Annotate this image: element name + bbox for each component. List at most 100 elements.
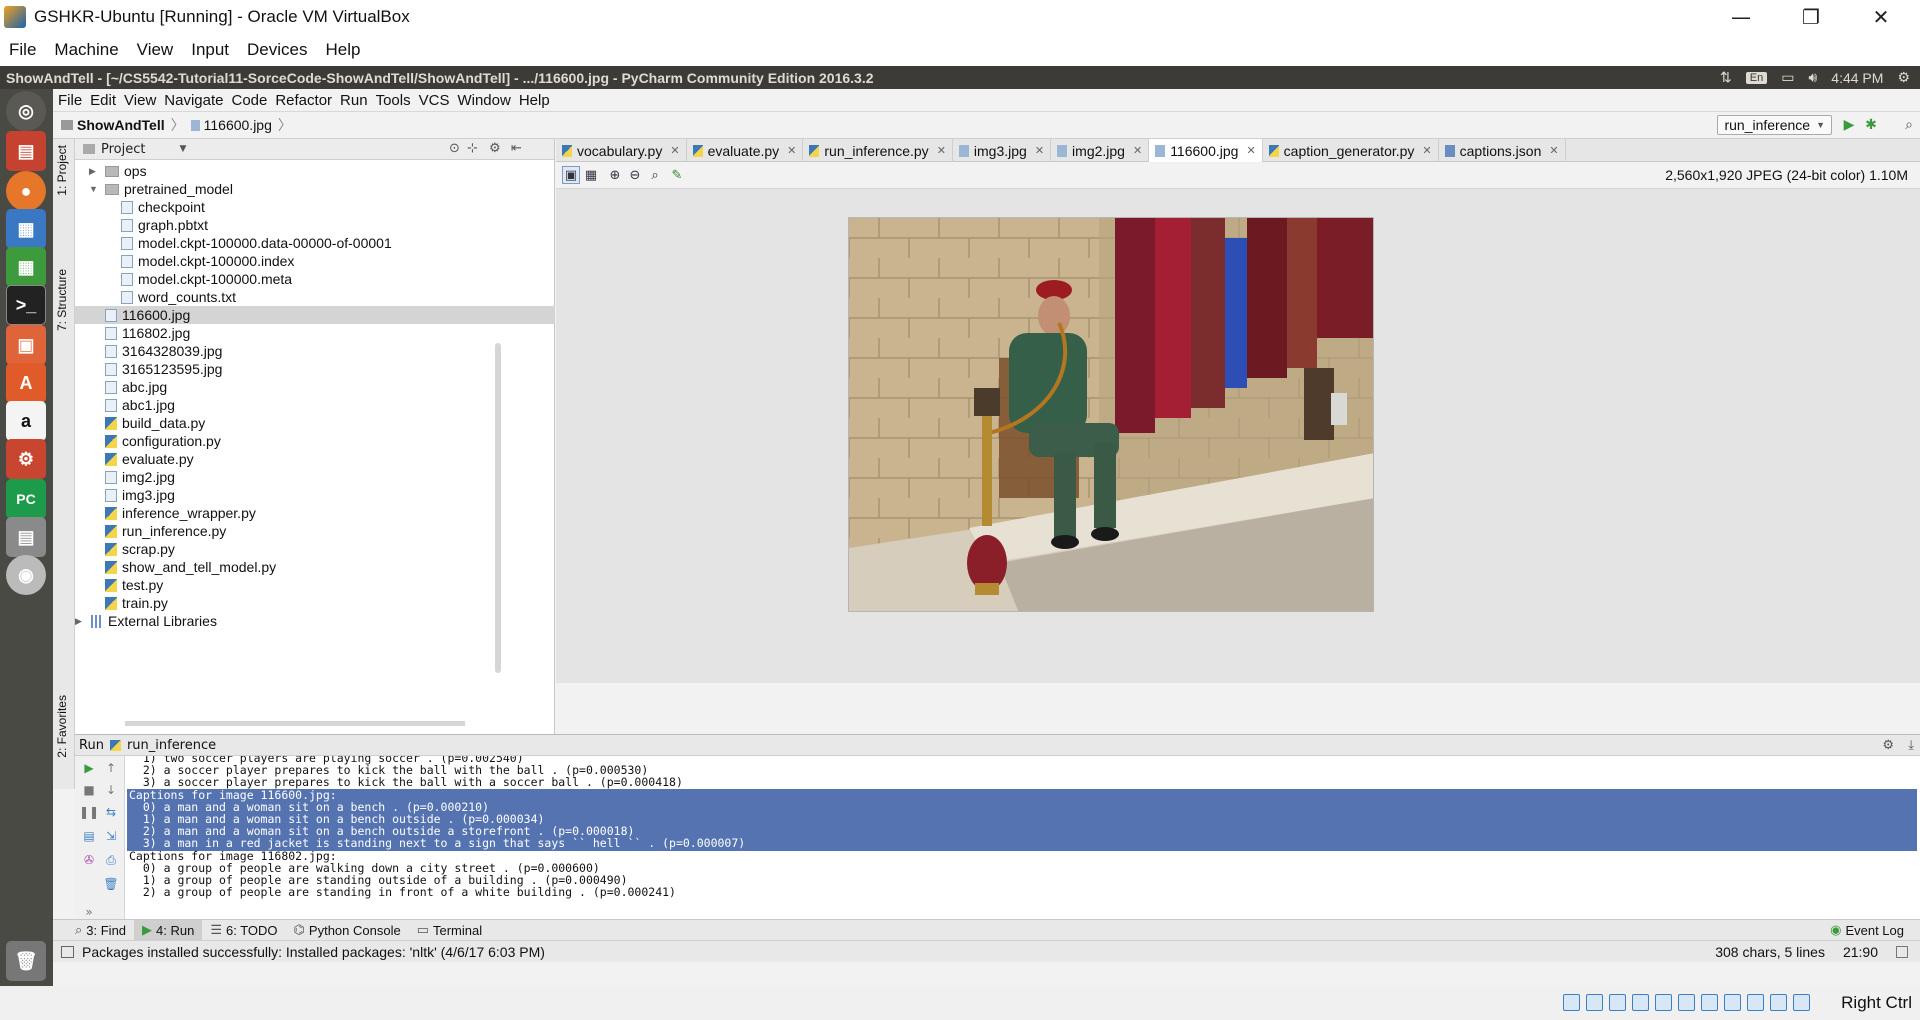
pc-menu-vcs[interactable]: VCS bbox=[419, 92, 450, 109]
shared-folders-icon[interactable] bbox=[1678, 994, 1695, 1011]
printer-icon[interactable]: ▤ bbox=[6, 517, 46, 557]
editor-tab[interactable]: vocabulary.py ✕ bbox=[556, 139, 687, 162]
network-icon[interactable]: ⇅ bbox=[1720, 69, 1732, 86]
clear-all-icon[interactable]: 🗑︎ bbox=[103, 876, 119, 892]
dvd-icon[interactable]: ◉ bbox=[6, 555, 46, 595]
pc-menu-code[interactable]: Code bbox=[231, 92, 267, 109]
system-settings-icon[interactable]: ⚙ bbox=[6, 439, 46, 479]
close-tab-icon[interactable]: ✕ bbox=[787, 144, 796, 157]
pause-icon[interactable]: ❚❚ bbox=[79, 804, 99, 820]
tree-item[interactable]: 116802.jpg bbox=[75, 324, 555, 342]
dash-home-icon[interactable]: ◎ bbox=[6, 91, 46, 131]
grid-toggle-icon[interactable]: ▦ bbox=[582, 166, 600, 184]
battery-icon[interactable]: ▭ bbox=[1781, 69, 1794, 86]
pc-menu-view[interactable]: View bbox=[124, 92, 156, 109]
close-tab-icon[interactable]: ✕ bbox=[1246, 144, 1255, 157]
usb-icon[interactable] bbox=[1655, 994, 1672, 1011]
event-log-button[interactable]: ◉ Event Log bbox=[1822, 920, 1920, 941]
tool-button-find[interactable]: ⌕ 3: Find bbox=[67, 920, 134, 941]
minimize-icon[interactable]: — bbox=[1706, 0, 1776, 34]
firefox-icon[interactable]: ● bbox=[6, 171, 46, 211]
vbox-menu-machine[interactable]: Machine bbox=[54, 40, 118, 60]
tree-item[interactable]: show_and_tell_model.py bbox=[75, 558, 555, 576]
tree-item[interactable]: word_counts.txt bbox=[75, 288, 555, 306]
tree-item[interactable]: run_inference.py bbox=[75, 522, 555, 540]
software-center-icon[interactable]: A bbox=[6, 363, 46, 403]
editor-tab[interactable]: run_inference.py ✕ bbox=[803, 139, 953, 162]
run-config-dropdown[interactable]: run_inference ▼ bbox=[1717, 115, 1832, 135]
close-tab-icon[interactable]: ✕ bbox=[1133, 144, 1142, 157]
tree-item[interactable]: 116600.jpg bbox=[75, 306, 555, 324]
pc-menu-help[interactable]: Help bbox=[519, 92, 550, 109]
tree-item[interactable]: evaluate.py bbox=[75, 450, 555, 468]
clock[interactable]: 4:44 PM bbox=[1831, 70, 1883, 86]
tree-item[interactable]: inference_wrapper.py bbox=[75, 504, 555, 522]
hide-panel-icon[interactable]: ⤓ bbox=[1908, 738, 1914, 753]
terminal-icon[interactable]: >_ bbox=[6, 285, 46, 325]
collapsed-arrow-icon[interactable]: ▶ bbox=[89, 166, 101, 177]
pin-icon[interactable]: ✇ bbox=[81, 852, 97, 868]
run-config-tab[interactable]: run_inference bbox=[127, 738, 216, 753]
close-tab-icon[interactable]: ✕ bbox=[1422, 144, 1431, 157]
tree-item[interactable]: 3164328039.jpg bbox=[75, 342, 555, 360]
pycharm-icon[interactable]: PC bbox=[6, 479, 46, 519]
run-icon[interactable]: ▶ bbox=[1840, 115, 1858, 133]
optical-drive-icon[interactable] bbox=[1586, 994, 1603, 1011]
pc-menu-file[interactable]: File bbox=[58, 92, 82, 109]
editor-tab[interactable]: img3.jpg ✕ bbox=[953, 139, 1052, 162]
tree-item[interactable]: build_data.py bbox=[75, 414, 555, 432]
tree-item[interactable]: model.ckpt-100000.meta bbox=[75, 270, 555, 288]
tool-button-python-console[interactable]: ⌬ Python Console bbox=[286, 920, 409, 941]
stop-icon[interactable]: ■ bbox=[81, 782, 97, 798]
lock-icon[interactable] bbox=[1896, 946, 1908, 958]
pc-menu-tools[interactable]: Tools bbox=[376, 92, 411, 109]
tree-item[interactable]: img2.jpg bbox=[75, 468, 555, 486]
tree-item[interactable]: scrap.py bbox=[75, 540, 555, 558]
mouse-integration-icon[interactable] bbox=[1770, 994, 1787, 1011]
tree-item[interactable]: test.py bbox=[75, 576, 555, 594]
editor-tab[interactable]: caption_generator.py ✕ bbox=[1263, 139, 1439, 162]
console-output[interactable]: 1) two soccer players are playing soccer… bbox=[127, 756, 1917, 920]
vbox-menu-devices[interactable]: Devices bbox=[247, 40, 307, 60]
status-message[interactable]: Packages installed successfully: Install… bbox=[82, 944, 545, 960]
pc-menu-run[interactable]: Run bbox=[340, 92, 368, 109]
print-icon[interactable]: ⎙ bbox=[103, 852, 119, 868]
scroll-up-icon[interactable]: ↑ bbox=[103, 760, 119, 776]
vbox-menu-input[interactable]: Input bbox=[191, 40, 229, 60]
hide-panel-icon[interactable]: ⇤ bbox=[511, 141, 522, 156]
vbox-menu-help[interactable]: Help bbox=[326, 40, 361, 60]
tree-item[interactable]: graph.pbtxt bbox=[75, 216, 555, 234]
recording-icon[interactable] bbox=[1724, 994, 1741, 1011]
display-icon[interactable] bbox=[1701, 994, 1718, 1011]
restore-icon[interactable]: ❐ bbox=[1776, 0, 1846, 34]
chevron-down-icon[interactable]: ▼ bbox=[179, 144, 186, 154]
structure-tool-tab[interactable]: 7: Structure bbox=[55, 269, 69, 331]
search-icon[interactable]: ⌕ bbox=[1900, 115, 1918, 133]
close-tab-icon[interactable]: ✕ bbox=[1549, 144, 1558, 157]
tree-item[interactable]: model.ckpt-100000.index bbox=[75, 252, 555, 270]
tree-item[interactable]: model.ckpt-100000.data-00000-of-00001 bbox=[75, 234, 555, 252]
tree-item[interactable]: abc1.jpg bbox=[75, 396, 555, 414]
tree-item[interactable]: checkpoint bbox=[75, 198, 555, 216]
tree-item[interactable]: ▶ External Libraries bbox=[75, 612, 555, 630]
dump-threads-icon[interactable]: ▤ bbox=[81, 828, 97, 844]
debug-icon[interactable]: ✱ bbox=[1862, 115, 1880, 133]
scroll-down-icon[interactable]: ↓ bbox=[103, 782, 119, 798]
trash-icon[interactable]: 🗑︎ bbox=[6, 941, 46, 981]
close-tab-icon[interactable]: ✕ bbox=[670, 144, 679, 157]
close-tab-icon[interactable]: ✕ bbox=[937, 144, 946, 157]
collapse-all-icon[interactable]: ⊹ bbox=[467, 141, 478, 156]
expanded-arrow-icon[interactable]: ▼ bbox=[89, 184, 101, 194]
pc-menu-edit[interactable]: Edit bbox=[90, 92, 116, 109]
tree-item[interactable]: train.py bbox=[75, 594, 555, 612]
files-icon[interactable]: ▤ bbox=[6, 131, 46, 171]
volume-icon[interactable]: 🔊︎ bbox=[1808, 69, 1817, 86]
breadcrumb-project[interactable]: ShowAndTell bbox=[77, 117, 165, 133]
gear-icon[interactable]: ⚙ bbox=[1882, 738, 1894, 753]
calc-icon[interactable]: ▦ bbox=[6, 247, 46, 287]
vertical-scrollbar[interactable] bbox=[495, 343, 501, 673]
rerun-icon[interactable]: ▶ bbox=[81, 760, 97, 776]
tool-button-run[interactable]: ▶ 4: Run bbox=[134, 919, 203, 941]
keyboard-layout[interactable]: En bbox=[1745, 71, 1768, 84]
vbox-menu-view[interactable]: View bbox=[137, 40, 174, 60]
